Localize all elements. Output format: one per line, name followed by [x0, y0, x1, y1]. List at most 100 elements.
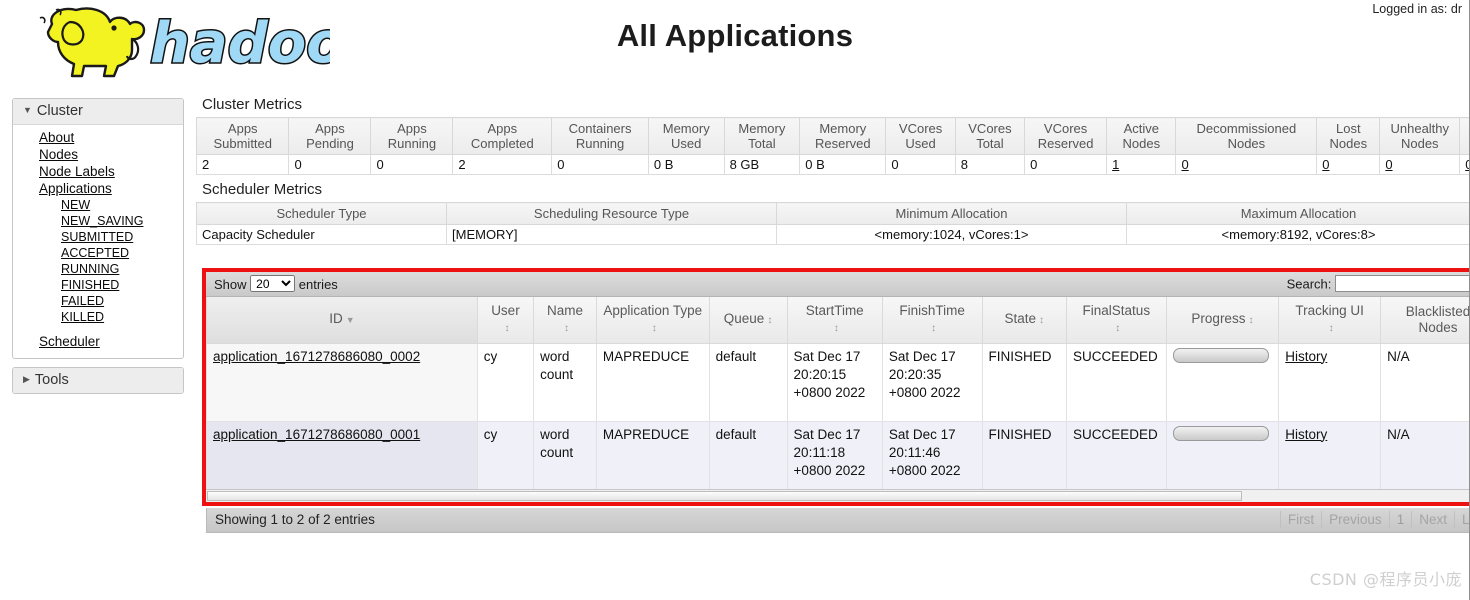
- th-start-time[interactable]: StartTime ↕: [786, 297, 883, 344]
- cell-application-type: MAPREDUCE: [595, 420, 710, 500]
- pagination: FirstPrevious1NextLa: [1279, 511, 1470, 528]
- td-unhealthy-nodes[interactable]: 0: [1379, 154, 1461, 175]
- page-length-control: Show 20 50 100 entries: [214, 275, 338, 292]
- cell-name: word count: [533, 342, 597, 422]
- cell-app-id[interactable]: application_1671278686080_0001: [206, 420, 478, 500]
- td-apps-pending: 0: [288, 154, 372, 175]
- th-start-time-label: StartTime: [805, 302, 864, 318]
- cell-app-id[interactable]: application_1671278686080_0002: [206, 342, 478, 422]
- td-memory-used: 0 B: [647, 154, 725, 175]
- th-app-id[interactable]: ID ▼: [206, 297, 478, 344]
- app-id-link[interactable]: application_1671278686080_0001: [213, 427, 420, 442]
- sidebar-item-state-killed[interactable]: KILLED: [13, 309, 183, 325]
- cell-blacklisted-nodes: N/A: [1380, 342, 1470, 422]
- cluster-metrics-table: Apps Submitted Apps Pending Apps Running…: [196, 117, 1470, 175]
- th-tracking-ui[interactable]: Tracking UI ↕: [1278, 297, 1382, 344]
- th-state-label: State: [1004, 310, 1036, 326]
- td-memory-total: 8 GB: [723, 154, 801, 175]
- th-memory-total: Memory Total: [723, 117, 801, 155]
- horizontal-scrollbar[interactable]: [206, 489, 1470, 502]
- th-state[interactable]: State ↕: [981, 297, 1067, 344]
- td-vcores-reserved: 0: [1024, 154, 1108, 175]
- history-link[interactable]: History: [1285, 427, 1327, 442]
- th-maximum-allocation: Maximum Allocation: [1126, 202, 1470, 225]
- pagination-last[interactable]: La: [1453, 511, 1470, 528]
- pagination-page-1[interactable]: 1: [1388, 511, 1412, 528]
- th-progress[interactable]: Progress ↕: [1165, 297, 1280, 344]
- th-active-nodes: Active Nodes: [1106, 117, 1177, 155]
- cell-tracking-ui[interactable]: History: [1278, 420, 1382, 500]
- cell-queue: default: [708, 342, 788, 422]
- pagination-previous[interactable]: Previous: [1321, 511, 1389, 528]
- th-user[interactable]: User ↕: [476, 297, 535, 344]
- sidebar-cluster-block: ▼ Cluster About Nodes Node Labels Applica…: [12, 98, 184, 359]
- applications-table-annotation: Show 20 50 100 entries Search:: [202, 268, 1470, 506]
- lost-nodes-link[interactable]: 0: [1322, 157, 1329, 172]
- cluster-metrics-value-row: 2 0 0 2 0 0 B 8 GB 0 B 0 8 0 1 0 0 0 0: [196, 154, 1470, 175]
- sidebar-item-state-new-saving[interactable]: NEW_SAVING: [13, 213, 183, 229]
- th-apps-running: Apps Running: [370, 117, 454, 155]
- sidebar-item-state-finished[interactable]: FINISHED: [13, 277, 183, 293]
- sidebar-item-applications[interactable]: Applications: [13, 180, 183, 197]
- sidebar-header-tools[interactable]: ▶ Tools: [13, 368, 183, 393]
- th-name[interactable]: Name ↕: [533, 297, 597, 344]
- sidebar-header-cluster[interactable]: ▼ Cluster: [13, 99, 183, 125]
- sidebar-item-nodes[interactable]: Nodes: [13, 146, 183, 163]
- th-blacklisted-nodes[interactable]: Blacklisted Nodes: [1380, 297, 1470, 344]
- th-final-status[interactable]: FinalStatus ↕: [1065, 297, 1167, 344]
- sidebar-item-state-failed[interactable]: FAILED: [13, 293, 183, 309]
- sidebar-item-scheduler[interactable]: Scheduler: [13, 333, 183, 350]
- scheduler-metrics-header-row: Scheduler Type Scheduling Resource Type …: [196, 202, 1470, 225]
- logged-in-label: Logged in as: dr: [1372, 2, 1462, 16]
- sort-both-icon: ↕: [767, 314, 773, 326]
- sidebar-item-about[interactable]: About: [13, 129, 183, 146]
- active-nodes-link[interactable]: 1: [1112, 157, 1119, 172]
- th-containers-running: Containers Running: [551, 117, 649, 155]
- th-apps-completed: Apps Completed: [452, 117, 553, 155]
- th-decommissioned-nodes: Decommissioned Nodes: [1175, 117, 1318, 155]
- decommissioned-nodes-link[interactable]: 0: [1181, 157, 1188, 172]
- scrollbar-thumb[interactable]: [207, 491, 1242, 501]
- scheduler-metrics-value-row: Capacity Scheduler [MEMORY] <memory:1024…: [196, 224, 1470, 245]
- sidebar-item-node-labels[interactable]: Node Labels: [13, 163, 183, 180]
- applications-table: ID ▼ User ↕ Name ↕ Application Type↕ Queue ↕: [206, 297, 1470, 500]
- th-finish-time[interactable]: FinishTime ↕: [881, 297, 983, 344]
- app-id-link[interactable]: application_1671278686080_0002: [213, 349, 420, 364]
- th-name-label: Name: [547, 302, 584, 318]
- sidebar-tools-block: ▶ Tools: [12, 367, 184, 394]
- pagination-first[interactable]: First: [1279, 511, 1321, 528]
- td-active-nodes[interactable]: 1: [1106, 154, 1177, 175]
- td-apps-running: 0: [370, 154, 454, 175]
- td-decommissioned-nodes[interactable]: 0: [1175, 154, 1318, 175]
- th-queue[interactable]: Queue ↕: [708, 297, 788, 344]
- history-link[interactable]: History: [1285, 349, 1327, 364]
- page-length-select[interactable]: 20 50 100: [250, 275, 296, 292]
- th-lost-nodes: Lost Nodes: [1316, 117, 1381, 155]
- sidebar-header-cluster-label: Cluster: [36, 103, 83, 119]
- sidebar-item-state-new[interactable]: NEW: [13, 197, 183, 213]
- th-apps-submitted: Apps Submitted: [196, 117, 290, 155]
- scheduler-metrics-wrapper: Scheduler Type Scheduling Resource Type …: [196, 202, 1470, 245]
- cell-queue: default: [708, 420, 788, 500]
- pagination-next[interactable]: Next: [1411, 511, 1454, 528]
- page-title: All Applications: [616, 18, 854, 53]
- td-vcores-used: 0: [885, 154, 956, 175]
- th-user-label: User: [491, 302, 520, 318]
- sidebar-item-state-accepted[interactable]: ACCEPTED: [13, 245, 183, 261]
- sidebar-item-state-submitted[interactable]: SUBMITTED: [13, 229, 183, 245]
- chevron-right-icon: ▶: [23, 374, 30, 384]
- datatable-toolbar: Show 20 50 100 entries Search:: [206, 272, 1470, 297]
- cell-tracking-ui[interactable]: History: [1278, 342, 1382, 422]
- th-application-type[interactable]: Application Type ↕: [595, 297, 710, 344]
- td-scheduler-type: Capacity Scheduler: [196, 224, 447, 245]
- td-vcores-total: 8: [954, 154, 1026, 175]
- td-minimum-allocation: <memory:1024, vCores:1>: [776, 224, 1127, 245]
- th-application-type-label: Application Type: [603, 302, 703, 318]
- unhealthy-nodes-link[interactable]: 0: [1385, 157, 1392, 172]
- search-input[interactable]: [1335, 275, 1470, 292]
- sidebar-item-state-running[interactable]: RUNNING: [13, 261, 183, 277]
- chevron-down-icon: ▼: [23, 105, 32, 115]
- datatable-info: Showing 1 to 2 of 2 entries: [215, 512, 375, 527]
- td-lost-nodes[interactable]: 0: [1316, 154, 1381, 175]
